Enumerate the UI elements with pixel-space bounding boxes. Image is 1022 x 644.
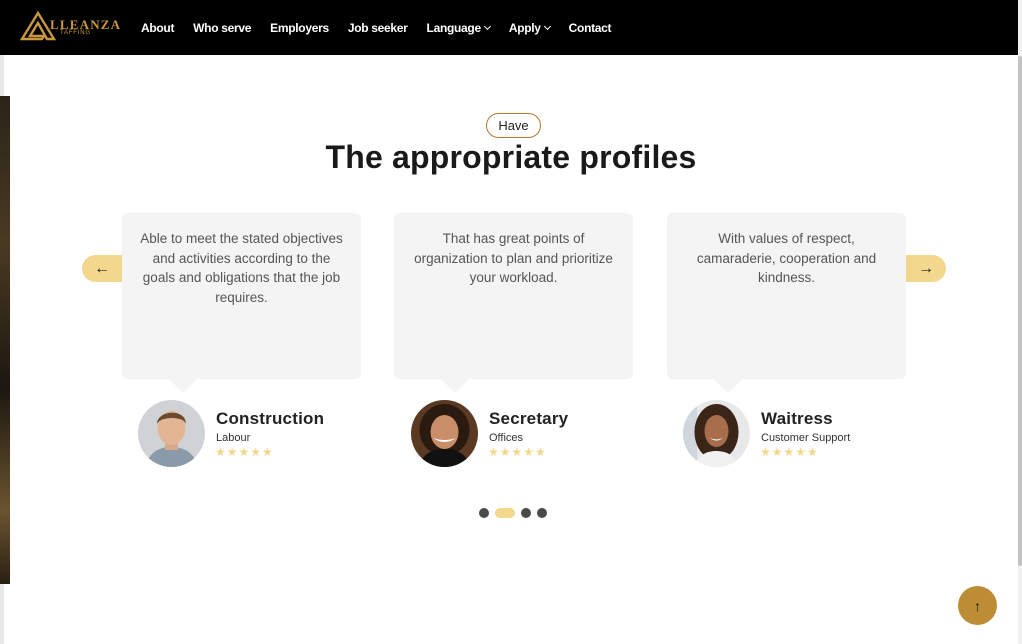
nav-label: Who serve — [193, 20, 252, 35]
brand-logo[interactable]: LLEANZA TAFFING — [20, 11, 124, 41]
avatar — [138, 400, 205, 467]
section-title: The appropriate profiles — [325, 139, 697, 175]
profile-role: Offices — [489, 432, 524, 444]
carousel-prev-button[interactable]: ← — [82, 255, 122, 282]
nav-label: Contact — [568, 20, 612, 35]
rating-stars: ★★★★★ — [760, 445, 819, 459]
nav-language[interactable]: Language — [426, 20, 491, 35]
nav-apply[interactable]: Apply — [508, 20, 551, 35]
nav-contact[interactable]: Contact — [569, 21, 612, 35]
nav-employers[interactable]: Employers — [270, 21, 329, 35]
testimonial-card: That has great points of organization to… — [394, 213, 633, 393]
profile-name: Secretary — [489, 409, 569, 428]
nav-label: Employers — [270, 20, 329, 35]
card-text: That has great points of organization to… — [414, 231, 613, 285]
nav-about[interactable]: About — [141, 21, 174, 35]
back-to-top-button[interactable]: ↑ — [958, 586, 997, 625]
profile-role: Labour — [216, 432, 251, 444]
profile-secretary: Secretary Offices ★★★★★ — [411, 400, 651, 468]
nav-label: Apply — [508, 20, 541, 35]
pagination-dot[interactable] — [479, 508, 489, 518]
rating-stars: ★★★★★ — [488, 445, 547, 459]
avatar — [683, 400, 750, 467]
chevron-down-icon — [543, 22, 551, 30]
nav-label: About — [141, 20, 175, 35]
avatar — [411, 400, 478, 467]
profile-waitress: Waitress Customer Support ★★★★★ — [683, 400, 923, 468]
nav-label: Job seeker — [347, 20, 408, 35]
profile-name: Waitress — [761, 409, 833, 428]
nav-who-serve[interactable]: Who serve — [193, 21, 251, 35]
pagination-dot[interactable] — [537, 508, 547, 518]
arrow-left-icon: ← — [94, 259, 110, 277]
pagination-dot[interactable] — [521, 508, 531, 518]
scrollbar-track[interactable] — [1018, 0, 1022, 644]
pagination-dot-active[interactable] — [495, 508, 515, 518]
card-text: With values of respect, camaraderie, coo… — [696, 231, 877, 285]
chevron-down-icon — [483, 22, 491, 30]
scrollbar-thumb[interactable] — [1018, 56, 1022, 566]
profile-role: Customer Support — [761, 432, 851, 444]
testimonial-card: With values of respect, camaraderie, coo… — [667, 213, 906, 393]
card-text: Able to meet the stated objectives and a… — [140, 231, 343, 305]
rating-stars: ★★★★★ — [215, 445, 274, 459]
main-nav: About Who serve Employers Job seeker Lan… — [141, 0, 630, 55]
arrow-right-icon: → — [918, 259, 934, 277]
profile-construction: Construction Labour ★★★★★ — [138, 400, 378, 468]
carousel-pagination — [479, 508, 553, 518]
brand-tagline: TAFFING — [60, 30, 91, 36]
nav-label: Language — [426, 20, 482, 35]
carousel-next-button[interactable]: → — [906, 255, 946, 282]
nav-job-seeker[interactable]: Job seeker — [348, 21, 408, 35]
testimonial-card: Able to meet the stated objectives and a… — [122, 213, 361, 393]
navbar: LLEANZA TAFFING About Who serve Employer… — [0, 0, 1018, 55]
section-badge: Have — [486, 113, 541, 138]
arrow-up-icon: ↑ — [974, 597, 981, 614]
profile-name: Construction — [216, 409, 325, 428]
